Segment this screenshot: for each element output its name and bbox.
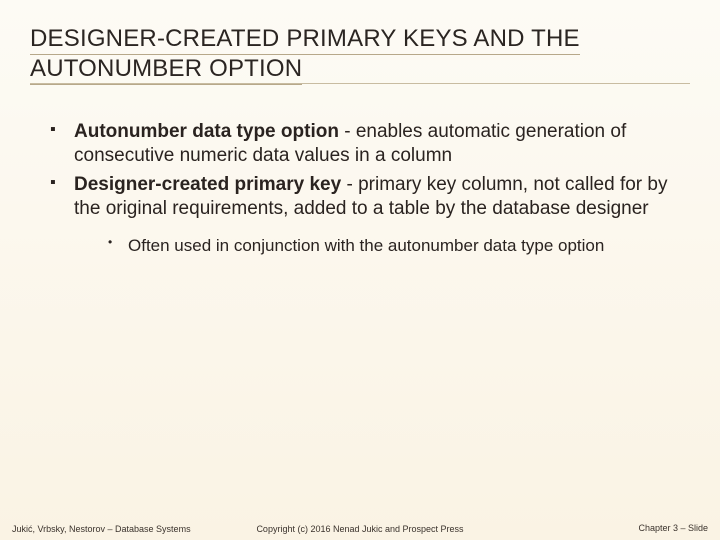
footer-right: Chapter 3 – Slide: [476, 524, 708, 534]
bullet-bold-term: Designer-created primary key: [74, 174, 341, 195]
footer-left: Jukić, Vrbsky, Nestorov – Database Syste…: [12, 524, 244, 534]
bullet-bold-term: Autonumber data type option: [74, 121, 339, 142]
slide-footer: Jukić, Vrbsky, Nestorov – Database Syste…: [0, 524, 720, 534]
list-item: Designer-created primary key - primary k…: [50, 173, 684, 258]
list-item: Autonumber data type option - enables au…: [50, 120, 684, 169]
slide-content: Autonumber data type option - enables au…: [0, 90, 720, 257]
slide-title: DESIGNER-CREATED PRIMARY KEYS AND THE AU…: [30, 25, 580, 85]
sub-bullet-text: Often used in conjunction with the auton…: [128, 236, 604, 255]
list-item: Often used in conjunction with the auton…: [108, 235, 684, 257]
footer-center: Copyright (c) 2016 Nenad Jukic and Prosp…: [244, 524, 476, 534]
main-bullet-list: Autonumber data type option - enables au…: [36, 120, 684, 257]
slide-title-block: DESIGNER-CREATED PRIMARY KEYS AND THE AU…: [0, 0, 720, 90]
sub-bullet-list: Often used in conjunction with the auton…: [74, 235, 684, 257]
